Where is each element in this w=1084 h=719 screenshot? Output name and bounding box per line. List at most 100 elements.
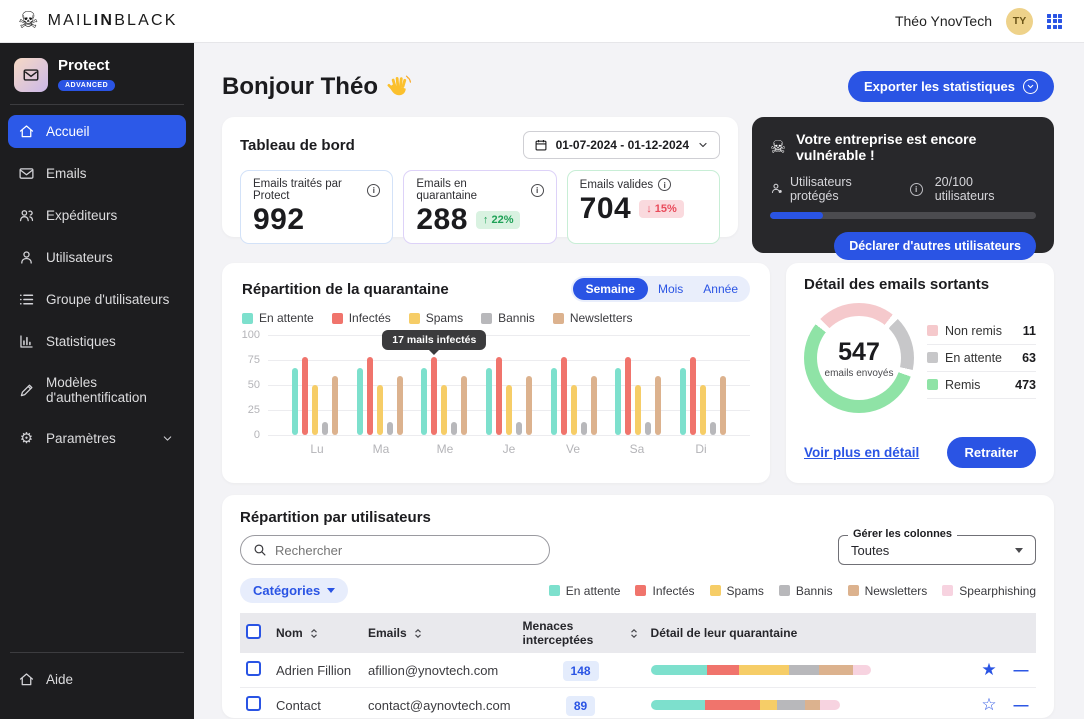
sidebar-item-aide[interactable]: Aide: [8, 663, 186, 696]
categories-button[interactable]: Catégories: [240, 578, 348, 603]
sidebar-item-label: Utilisateurs: [46, 250, 113, 265]
bar-newsletters[interactable]: [461, 376, 467, 435]
bar-newsletters[interactable]: [655, 376, 661, 435]
bar-bannis[interactable]: [451, 422, 457, 435]
quarantine-stacked-bar: [651, 700, 840, 710]
export-stats-button[interactable]: Exporter les statistiques: [848, 71, 1054, 102]
remis-swatch: [927, 379, 938, 390]
sidebar-item-statistiques[interactable]: Statistiques: [8, 325, 186, 358]
bar-bannis[interactable]: [581, 422, 587, 435]
bar-spams[interactable]: [635, 385, 641, 435]
sort-icon[interactable]: [629, 628, 639, 639]
bar-newsletters[interactable]: [526, 376, 532, 435]
sidebar-item-groupe-utilisateurs[interactable]: Groupe d'utilisateurs: [8, 283, 186, 316]
sort-icon[interactable]: [309, 628, 319, 639]
bar-spams[interactable]: [377, 385, 383, 435]
legend-swatch: [942, 585, 953, 596]
bar-en-attente[interactable]: [551, 368, 557, 435]
bar-newsletters[interactable]: [332, 376, 338, 435]
sidebar-item-parametres[interactable]: Paramètres: [8, 422, 186, 455]
info-icon[interactable]: [910, 183, 923, 196]
sidebar-item-emails[interactable]: Emails: [8, 157, 186, 190]
bar-infectés[interactable]: [561, 357, 567, 435]
bar-en-attente[interactable]: [357, 368, 363, 435]
info-icon[interactable]: [367, 184, 380, 197]
donut-legend-value: 11: [1023, 324, 1036, 338]
bar-en-attente[interactable]: [680, 368, 686, 435]
bar-newsletters[interactable]: [591, 376, 597, 435]
bar-bannis[interactable]: [710, 422, 716, 435]
sidebar-item-accueil[interactable]: Accueil: [8, 115, 186, 148]
bar-newsletters[interactable]: [397, 376, 403, 435]
outgoing-emails-card: Détail des emails sortants 547 emails en…: [786, 263, 1054, 483]
sidebar: Protect ADVANCED Accueil Emails Expédite…: [0, 43, 194, 719]
bar-infectés[interactable]: [431, 357, 437, 435]
bar-spams[interactable]: [506, 385, 512, 435]
tab-annee[interactable]: Année: [693, 278, 748, 300]
quarantine-bar-chart: 0255075100 17 mails infectés: [242, 335, 750, 435]
info-icon[interactable]: [658, 178, 671, 191]
bar-bannis[interactable]: [516, 422, 522, 435]
apps-grid-icon[interactable]: [1047, 14, 1062, 29]
home-icon: [18, 123, 35, 140]
row-checkbox[interactable]: [246, 661, 261, 676]
bar-en-attente[interactable]: [421, 368, 427, 435]
bar-newsletters[interactable]: [720, 376, 726, 435]
x-axis-labels: LuMaMeJeVeSaDi: [268, 442, 750, 456]
remove-icon[interactable]: [1014, 697, 1029, 714]
columns-select-value: Toutes: [851, 543, 889, 558]
bar-spams[interactable]: [571, 385, 577, 435]
bar-infectés[interactable]: [302, 357, 308, 435]
retraiter-button[interactable]: Retraiter: [947, 437, 1036, 468]
donut-legend-label: En attente: [945, 351, 1015, 365]
avatar[interactable]: TY: [1006, 8, 1033, 35]
date-range-select[interactable]: 01-07-2024 - 01-12-2024: [523, 131, 720, 159]
sidebar-item-expediteurs[interactable]: Expéditeurs: [8, 199, 186, 232]
user-email-cell: contact@aynovtech.com: [362, 688, 517, 719]
quarantine-chart-legend: En attenteInfectésSpamsBannisNewsletters: [242, 311, 750, 325]
legend-swatch: [409, 313, 420, 324]
bar-spams[interactable]: [441, 385, 447, 435]
see-more-link[interactable]: Voir plus en détail: [804, 445, 919, 460]
table-row: Contact contact@aynovtech.com 89: [240, 688, 1036, 719]
select-all-checkbox[interactable]: [246, 624, 261, 639]
bar-bannis[interactable]: [387, 422, 393, 435]
donut-legend-row: En attente 63: [927, 345, 1036, 372]
bar-en-attente[interactable]: [486, 368, 492, 435]
favorite-star-icon[interactable]: [981, 660, 996, 680]
bar-en-attente[interactable]: [615, 368, 621, 435]
declare-users-button[interactable]: Déclarer d'autres utilisateurs: [834, 232, 1036, 260]
favorite-star-icon[interactable]: [981, 695, 996, 715]
sidebar-item-utilisateurs[interactable]: Utilisateurs: [8, 241, 186, 274]
bar-en-attente[interactable]: [292, 368, 298, 435]
bar-bannis[interactable]: [322, 422, 328, 435]
bar-infectés[interactable]: [496, 357, 502, 435]
legend-label: Spams: [426, 311, 463, 325]
page-title: Bonjour Théo: [222, 73, 412, 101]
brand-part-2: IN: [94, 12, 114, 29]
bar-spams[interactable]: [700, 385, 706, 435]
info-icon[interactable]: [531, 184, 544, 197]
bar-infectés[interactable]: [690, 357, 696, 435]
remove-icon[interactable]: [1014, 662, 1029, 679]
stat-card-emails-quarantaine: Emails en quarantaine 288 ↑ 22%: [403, 170, 556, 244]
row-checkbox[interactable]: [246, 696, 261, 711]
bar-infectés[interactable]: [625, 357, 631, 435]
tab-mois[interactable]: Mois: [648, 278, 693, 300]
tab-semaine[interactable]: Semaine: [573, 278, 648, 300]
bar-segment: [853, 665, 871, 675]
envelope-product-icon: [14, 58, 48, 92]
dropdown-arrow-icon: [1015, 548, 1023, 553]
bar-infectés[interactable]: [367, 357, 373, 435]
bar-segment: [739, 665, 788, 675]
column-header-emails: Emails: [368, 626, 407, 640]
en-attente-swatch: [927, 352, 938, 363]
advanced-badge: ADVANCED: [58, 80, 115, 91]
bar-spams[interactable]: [312, 385, 318, 435]
bar-bannis[interactable]: [645, 422, 651, 435]
sidebar-item-modeles-authentification[interactable]: Modèles d'authentification: [8, 367, 186, 413]
search-input[interactable]: [275, 543, 537, 558]
legend-swatch: [848, 585, 859, 596]
search-box[interactable]: [240, 535, 550, 565]
sort-icon[interactable]: [413, 628, 423, 639]
